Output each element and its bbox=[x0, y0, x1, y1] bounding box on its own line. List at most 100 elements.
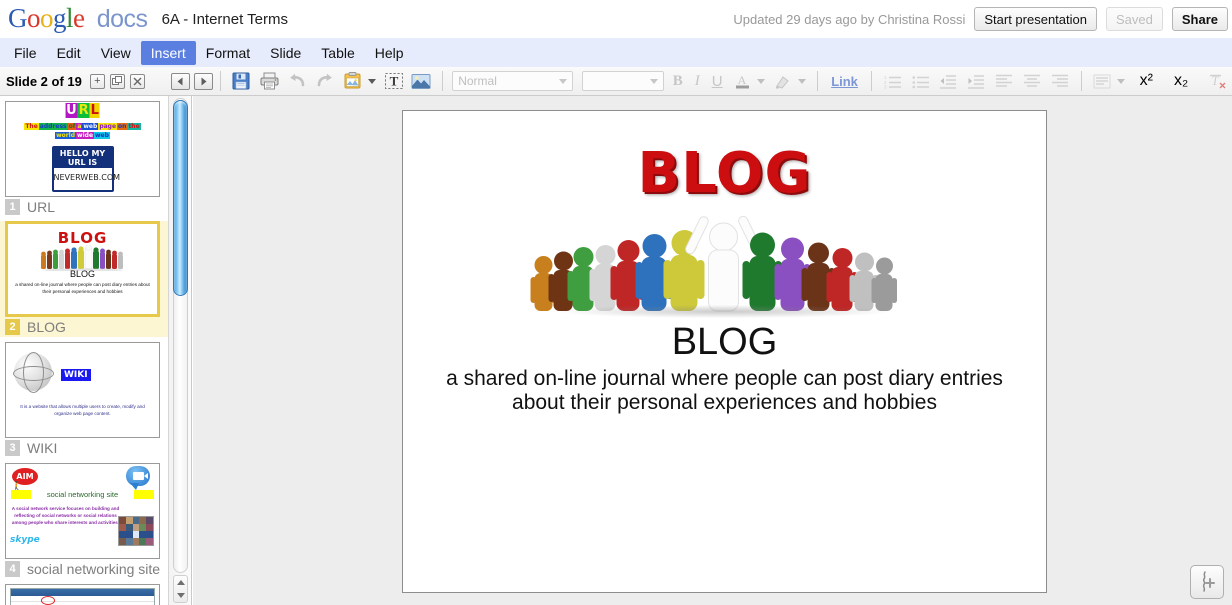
slide-filmstrip[interactable]: URL The address of a web page on the world wide we… bbox=[0, 96, 168, 605]
menu-item-view[interactable]: View bbox=[91, 41, 141, 65]
increase-indent-icon bbox=[965, 70, 987, 92]
slide-name-1: URL bbox=[27, 199, 56, 215]
next-slide-button[interactable] bbox=[193, 72, 213, 90]
thumb5-titlebar bbox=[11, 589, 154, 596]
decrease-indent-icon bbox=[938, 70, 960, 92]
clear-formatting-icon: T bbox=[1207, 70, 1229, 92]
slide-title-text[interactable]: BLOG bbox=[403, 321, 1046, 364]
align-left-icon bbox=[993, 70, 1015, 92]
toolbar-divider-3 bbox=[817, 71, 819, 91]
thumb5-window-screenshot bbox=[10, 588, 155, 605]
scrollbar-arrows[interactable] bbox=[173, 575, 188, 603]
menu-item-insert[interactable]: Insert bbox=[140, 40, 196, 65]
slide-workspace: BLOG BLOG a shared on-line journal where… bbox=[193, 96, 1232, 605]
toolbar-divider-2 bbox=[442, 71, 444, 91]
thumb2-title: BLOG bbox=[69, 269, 95, 279]
thumb4-photo-grid bbox=[118, 516, 154, 546]
thumb2-body: a shared on-line journal where people ca… bbox=[15, 282, 150, 294]
toolbar: Slide 2 of 19 + T Normal B I U A Link 1 … bbox=[0, 67, 1232, 96]
text-box-icon[interactable]: T bbox=[383, 70, 405, 92]
slide-name-4: social networking site bbox=[27, 561, 161, 577]
underline-button[interactable]: U bbox=[712, 73, 723, 90]
filmstrip-slide-3[interactable]: WIKI It is a website that allows multipl… bbox=[0, 342, 168, 458]
thumb1-title: URL bbox=[65, 103, 100, 118]
menu-item-table[interactable]: Table bbox=[311, 41, 364, 65]
insert-image-icon[interactable] bbox=[410, 70, 432, 92]
thumb4-title: social networking site bbox=[11, 490, 154, 499]
line-spacing-dropdown-caret bbox=[1117, 78, 1126, 84]
save-icon[interactable] bbox=[231, 70, 253, 92]
scroll-up-icon[interactable] bbox=[176, 580, 185, 585]
slide-counter-label: Slide 2 of 19 bbox=[6, 73, 82, 89]
filmstrip-slide-2[interactable]: BLOG BLOG a shared on-line journal where… bbox=[0, 221, 168, 337]
thumb1-nametag: HELLO MY URL IS NEVERWEB.COM bbox=[51, 146, 121, 192]
google-logo[interactable]: Google docs bbox=[8, 5, 148, 33]
paragraph-style-value: Normal bbox=[458, 74, 497, 88]
wikipedia-globe-icon bbox=[13, 352, 54, 393]
slide-thumbnail-4[interactable]: AIM 🚶 social networking site A social ne… bbox=[5, 463, 160, 559]
filmstrip-slide-4[interactable]: AIM 🚶 social networking site A social ne… bbox=[0, 463, 168, 579]
align-center-icon bbox=[1021, 70, 1043, 92]
italic-button[interactable]: I bbox=[695, 73, 700, 90]
blog-art-word: BLOG bbox=[637, 141, 812, 206]
text-color-dropdown-caret[interactable] bbox=[757, 78, 766, 84]
slide-thumbnail-5[interactable] bbox=[5, 584, 160, 605]
app-header: Google docs 6A - Internet Terms Updated … bbox=[0, 0, 1232, 38]
line-spacing-icon bbox=[1092, 70, 1114, 92]
slide-name-3: WIKI bbox=[27, 440, 58, 456]
filmstrip-label-4: 4 social networking site bbox=[0, 559, 168, 579]
blog-artwork[interactable]: BLOG bbox=[527, 141, 922, 326]
filmstrip-scrollbar[interactable] bbox=[168, 96, 192, 605]
document-title[interactable]: 6A - Internet Terms bbox=[162, 11, 288, 28]
svg-text:3: 3 bbox=[884, 84, 887, 89]
paint-format-icon[interactable] bbox=[342, 70, 364, 92]
slide-number-badge-1: 1 bbox=[5, 199, 20, 215]
menu-item-edit[interactable]: Edit bbox=[47, 41, 91, 65]
slide-thumbnail-2[interactable]: BLOG BLOG a shared on-line journal where… bbox=[5, 221, 160, 317]
highlight-color-dropdown-caret[interactable] bbox=[798, 78, 807, 84]
align-right-icon bbox=[1049, 70, 1071, 92]
previous-slide-button[interactable] bbox=[170, 72, 190, 90]
filmstrip-slide-1[interactable]: URL The address of a web page on the world wide we… bbox=[0, 101, 168, 217]
highlight-color-icon[interactable] bbox=[772, 70, 794, 92]
new-slide-button[interactable]: + bbox=[89, 73, 105, 89]
filmstrip-slide-5[interactable] bbox=[0, 584, 168, 605]
menu-item-help[interactable]: Help bbox=[365, 41, 414, 65]
duplicate-slide-button[interactable] bbox=[109, 73, 125, 89]
scroll-down-icon[interactable] bbox=[176, 593, 185, 598]
slide-body-text[interactable]: a shared on-line journal where people ca… bbox=[445, 367, 1004, 415]
chevron-down-icon-font bbox=[649, 78, 658, 84]
menu-item-slide[interactable]: Slide bbox=[260, 41, 311, 65]
share-button[interactable]: Share bbox=[1171, 7, 1228, 31]
toolbar-divider-5 bbox=[1080, 71, 1082, 91]
insert-link-button[interactable]: Link bbox=[831, 74, 858, 89]
paint-format-dropdown-caret[interactable] bbox=[367, 78, 376, 84]
thumb1-nametag-header: HELLO MY URL IS bbox=[53, 148, 112, 168]
print-icon[interactable] bbox=[258, 70, 280, 92]
slide-thumbnail-3[interactable]: WIKI It is a website that allows multipl… bbox=[5, 342, 160, 438]
menu-item-file[interactable]: File bbox=[4, 41, 47, 65]
thumb1-nametag-body: NEVERWEB.COM bbox=[53, 173, 121, 182]
add-speaker-notes-button[interactable] bbox=[1190, 565, 1224, 599]
bold-button[interactable]: B bbox=[673, 73, 683, 90]
undo-icon bbox=[286, 70, 308, 92]
slide-name-2: BLOG bbox=[27, 319, 66, 335]
slide-canvas[interactable]: BLOG BLOG a shared on-line journal where… bbox=[402, 110, 1047, 593]
subscript-icon: x₂ bbox=[1174, 72, 1189, 89]
saved-status-button: Saved bbox=[1105, 7, 1163, 31]
crowd-illustration bbox=[527, 203, 922, 318]
menu-item-format[interactable]: Format bbox=[196, 41, 260, 65]
delete-slide-button[interactable] bbox=[129, 73, 145, 89]
crowd-shadow bbox=[558, 305, 891, 318]
filmstrip-label-1: 1 URL bbox=[0, 197, 168, 217]
font-dropdown[interactable] bbox=[582, 71, 664, 91]
start-presentation-button[interactable]: Start presentation bbox=[974, 7, 1097, 31]
slide-thumbnail-1[interactable]: URL The address of a web page on the world wide we… bbox=[5, 101, 160, 197]
paragraph-style-dropdown[interactable]: Normal bbox=[452, 71, 574, 91]
skype-logo-icon: skype bbox=[10, 535, 40, 545]
scrollbar-thumb[interactable] bbox=[173, 100, 188, 296]
menu-bar: File Edit View Insert Format Slide Table… bbox=[0, 38, 1232, 67]
redo-icon bbox=[314, 70, 336, 92]
thumb1-body: The address of a web page on the world wide web bbox=[24, 123, 141, 139]
text-color-icon[interactable]: A bbox=[732, 70, 754, 92]
